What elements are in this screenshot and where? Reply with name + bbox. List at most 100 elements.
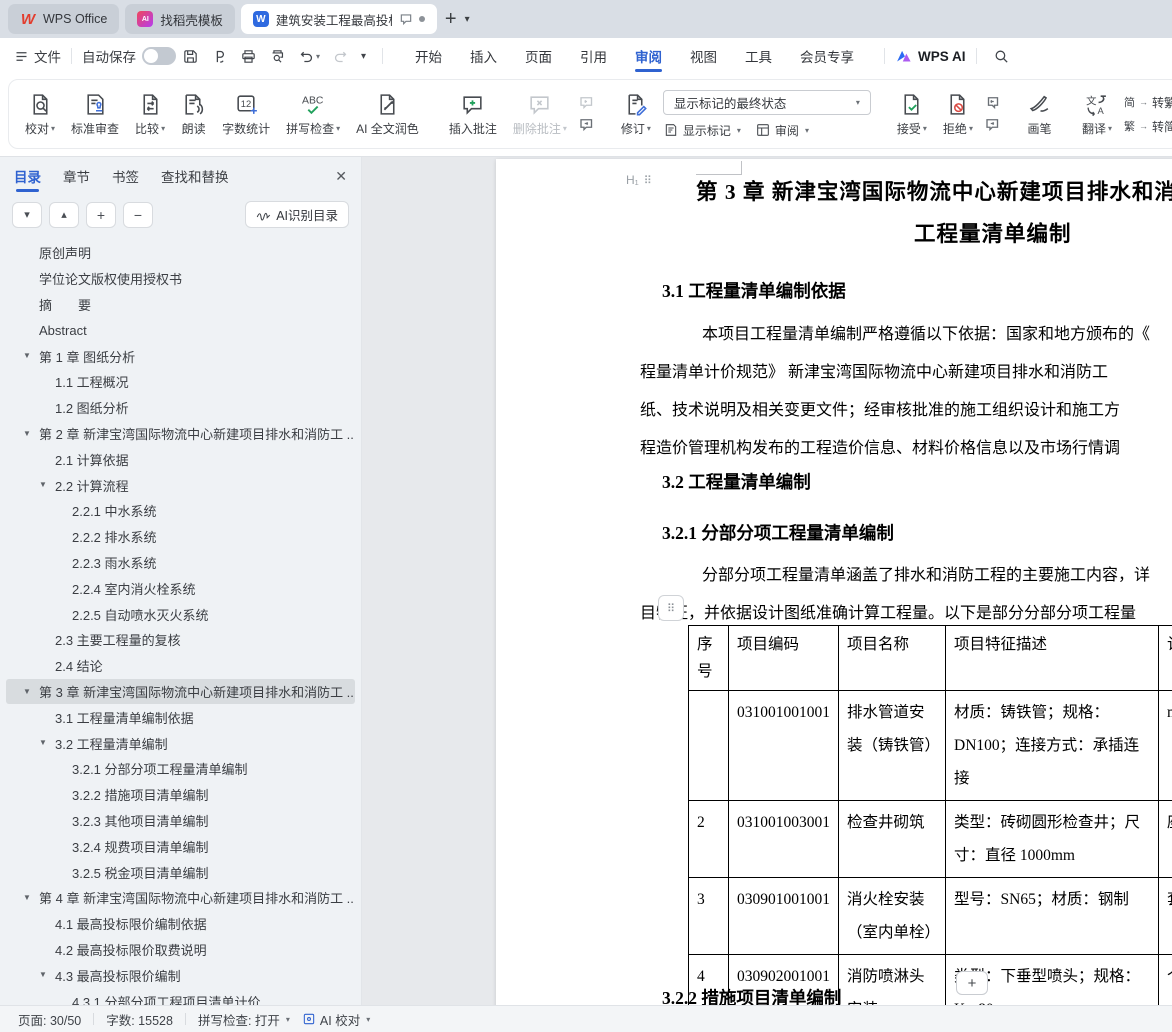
translate-button[interactable]: 文A 翻译 ▾: [1074, 88, 1120, 141]
chapter-title-line1[interactable]: 第 3 章 新津宝湾国际物流中心新建项目排水和消防: [696, 175, 1172, 206]
menu-tab-0[interactable]: 开始: [401, 38, 456, 74]
word-count-indicator[interactable]: 字数: 15528: [106, 1010, 173, 1029]
undo-button[interactable]: ▾: [292, 48, 326, 65]
toc-item[interactable]: 2.2.5 自动喷水灭火系统: [6, 601, 355, 627]
table-header-cell[interactable]: 计量单位: [1158, 625, 1172, 691]
print-button[interactable]: [234, 48, 263, 65]
heading-level-badge[interactable]: H₁ ⠿: [626, 173, 653, 187]
toc-item[interactable]: 3.1 工程量清单编制依据: [6, 704, 355, 730]
toc-item[interactable]: ▼ 2.2 计算流程: [6, 472, 355, 498]
table-header-cell[interactable]: 序号: [688, 625, 729, 691]
paragraph-line[interactable]: 纸、技术说明及相关变更文件；经审核批准的施工组织设计和施工方: [640, 396, 1120, 420]
paragraph-line[interactable]: 本项目工程量清单编制严格遵循以下依据：国家和地方颁布的《: [702, 320, 1150, 344]
zoom-out-button[interactable]: −: [123, 201, 153, 228]
word-count-button[interactable]: 12 字数统计: [214, 88, 278, 141]
toc-item[interactable]: 3.2.5 税金项目清单编制: [6, 859, 355, 885]
new-tab-button[interactable]: +: [437, 8, 465, 31]
boq-table[interactable]: 序号项目编码项目名称项目特征描述计量单位 031001001001排水管道安装（…: [688, 625, 1172, 1005]
table-cell[interactable]: 类型：砖砌圆形检查井；尺寸：直径 1000mm: [945, 800, 1159, 878]
reject-revision-button[interactable]: 拒绝 ▾: [935, 88, 981, 141]
toc-item[interactable]: ▼ 4.3 最高投标限价编制: [6, 962, 355, 988]
review-pane-button[interactable]: 审阅 ▾: [755, 122, 809, 139]
expand-all-button[interactable]: ▴: [49, 201, 79, 228]
toc-item[interactable]: 3.2.1 分部分项工程量清单编制: [6, 756, 355, 782]
paragraph-line[interactable]: 分部分项工程量清单涵盖了排水和消防工程的主要施工内容，详: [702, 561, 1150, 585]
wps-ai-button[interactable]: WPS AI: [895, 49, 966, 64]
table-cell[interactable]: 031001001001: [728, 690, 839, 801]
search-button[interactable]: [987, 48, 1016, 65]
table-cell[interactable]: 座: [1158, 800, 1172, 878]
paragraph-line[interactable]: 目特征，并依据设计图纸准确计算工程量。以下是部分分部分项工程量: [640, 599, 1136, 623]
table-add-row-button[interactable]: +: [956, 971, 988, 995]
toc-item[interactable]: ▼ 第 1 章 图纸分析: [6, 343, 355, 369]
export-pdf-button[interactable]: [205, 48, 234, 65]
table-cell[interactable]: 检查井砌筑: [838, 800, 946, 878]
previous-revision-icon[interactable]: [984, 95, 1002, 111]
table-cell[interactable]: 排水管道安装（铸铁管）: [838, 690, 946, 801]
previous-comment-icon[interactable]: [578, 95, 596, 111]
expand-arrow-icon[interactable]: ▼: [39, 738, 47, 747]
table-cell[interactable]: 套: [1158, 877, 1172, 955]
drag-handle-icon[interactable]: ⠿: [644, 174, 653, 187]
toc-item[interactable]: 1.2 图纸分析: [6, 395, 355, 421]
insert-comment-button[interactable]: 插入批注: [441, 88, 505, 141]
ink-pen-button[interactable]: 画笔: [1019, 88, 1060, 141]
table-cell[interactable]: 消火栓安装（室内单栓）: [838, 877, 946, 955]
expand-arrow-icon[interactable]: ▼: [39, 480, 47, 489]
toc-item[interactable]: 3.2.3 其他项目清单编制: [6, 808, 355, 834]
toc-item[interactable]: 2.2.4 室内消火栓系统: [6, 575, 355, 601]
toc-item[interactable]: 摘 要: [6, 292, 355, 318]
tab-current-document[interactable]: W 建筑安装工程最高投标限价编: [240, 4, 437, 34]
toc-item[interactable]: 3.2.4 规费项目清单编制: [6, 833, 355, 859]
table-cell[interactable]: 3: [688, 877, 729, 955]
paragraph-line[interactable]: 程量清单计价规范》 新津宝湾国际物流中心新建项目排水和消防工: [640, 358, 1108, 382]
table-cell[interactable]: 消防喷淋头安装: [838, 954, 946, 1005]
table-header-cell[interactable]: 项目名称: [838, 625, 946, 691]
ai-polish-button[interactable]: AI 全文润色: [348, 88, 427, 141]
table-cell[interactable]: 030901001001: [728, 877, 839, 955]
zoom-in-button[interactable]: +: [86, 201, 116, 228]
tab-bookmarks[interactable]: 书签: [112, 157, 139, 195]
autosave-toggle[interactable]: [142, 47, 176, 65]
expand-arrow-icon[interactable]: ▼: [23, 351, 31, 360]
delete-comment-button[interactable]: 删除批注 ▾: [505, 88, 575, 141]
spellcheck-indicator[interactable]: 拼写检查: 打开 ▾: [198, 1010, 290, 1029]
collapse-all-button[interactable]: ▾: [12, 201, 42, 228]
tab-toc[interactable]: 目录: [14, 157, 41, 195]
quickbar-more-button[interactable]: ▾: [355, 51, 372, 62]
toc-item[interactable]: ▼ 3.2 工程量清单编制: [6, 730, 355, 756]
print-preview-button[interactable]: [263, 48, 292, 65]
ai-recognize-toc-button[interactable]: AI识别目录: [245, 201, 349, 228]
next-revision-icon[interactable]: [984, 117, 1002, 133]
toc-item[interactable]: 3.2.2 措施项目清单编制: [6, 782, 355, 808]
toc-item[interactable]: 4.2 最高投标限价取费说明: [6, 937, 355, 963]
toc-item[interactable]: 2.1 计算依据: [6, 446, 355, 472]
to-traditional-button[interactable]: 简→ 转繁: [1124, 94, 1172, 111]
expand-arrow-icon[interactable]: ▼: [23, 893, 31, 902]
standard-review-button[interactable]: 标准审查: [63, 88, 127, 141]
read-aloud-button[interactable]: 朗读: [173, 88, 214, 141]
expand-arrow-icon[interactable]: ▼: [23, 429, 31, 438]
expand-arrow-icon[interactable]: ▼: [23, 687, 31, 696]
table-drag-handle[interactable]: ⠿: [658, 595, 684, 621]
table-header-cell[interactable]: 项目编码: [728, 625, 839, 691]
tab-find-replace[interactable]: 查找和替换: [161, 157, 229, 195]
close-icon[interactable]: ✕: [335, 168, 347, 185]
table-cell[interactable]: 材质：铸铁管；规格：DN100；连接方式：承插连接: [945, 690, 1159, 801]
toc-item[interactable]: ▼ 第 4 章 新津宝湾国际物流中心新建项目排水和消防工 ...: [6, 885, 355, 911]
menu-tab-5[interactable]: 视图: [676, 38, 731, 74]
table-cell[interactable]: 个: [1158, 954, 1172, 1005]
section-heading-3-2-1[interactable]: 3.2.1 分部分项工程量清单编制: [662, 520, 894, 545]
tab-list-chevron-icon[interactable]: ▾: [465, 14, 476, 25]
section-heading-3-1[interactable]: 3.1 工程量清单编制依据: [662, 278, 846, 303]
tab-chapters[interactable]: 章节: [63, 157, 90, 195]
page-indicator[interactable]: 页面: 30/50: [18, 1010, 81, 1029]
ai-proofread-button[interactable]: AI 校对 ▾: [302, 1010, 370, 1029]
toc-item[interactable]: 2.2.2 排水系统: [6, 524, 355, 550]
toc-item[interactable]: Abstract: [6, 317, 355, 343]
menu-tab-2[interactable]: 页面: [511, 38, 566, 74]
toc-item[interactable]: 4.1 最高投标限价编制依据: [6, 911, 355, 937]
redo-button[interactable]: [326, 48, 355, 65]
to-simplified-button[interactable]: 繁→ 转简: [1124, 118, 1172, 135]
section-heading-3-2[interactable]: 3.2 工程量清单编制: [662, 469, 811, 494]
